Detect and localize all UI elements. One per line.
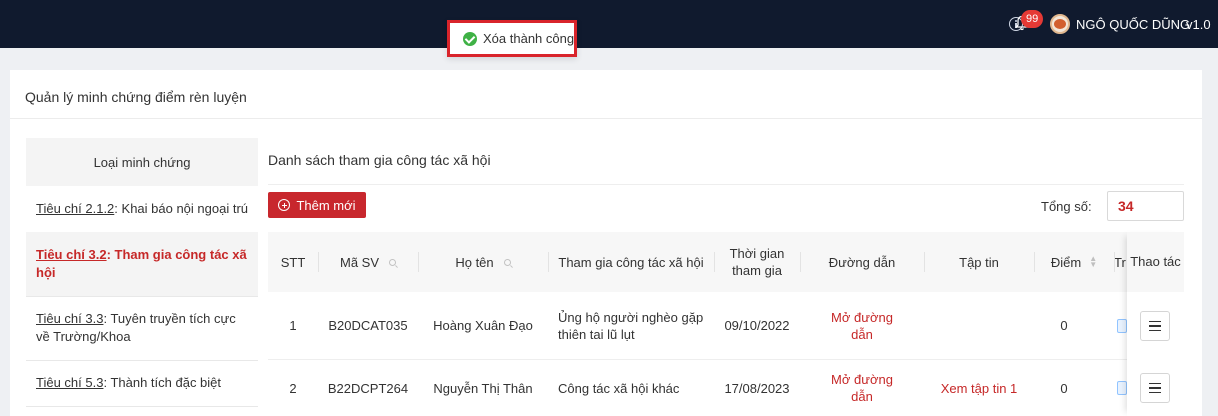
sidebar-item-3-2[interactable]: Tiêu chí 3.2: Tham gia công tác xã hội: [26, 232, 258, 296]
column-header-file: Tập tin: [959, 254, 999, 270]
row-menu-button[interactable]: [1140, 311, 1170, 341]
table-row[interactable]: 1 B20DCAT035 Hoàng Xuân Đạo Ủng hộ người…: [268, 292, 1184, 360]
header-divider: [800, 252, 801, 272]
sidebar-header: Loại minh chứng: [26, 138, 258, 186]
criterion-link[interactable]: Tiêu chí 2.1.2: [36, 201, 114, 216]
cell-full-name: Hoàng Xuân Đạo: [433, 318, 533, 333]
cell-score: 0: [1060, 318, 1068, 333]
table-header: STT Mã SV Họ tên Tham gia công tác xã hộ…: [268, 232, 1184, 292]
sidebar-item-3-3[interactable]: Tiêu chí 3.3: Tuyên truyền tích cực về T…: [26, 296, 258, 360]
criterion-link[interactable]: Tiêu chí 3.2: [36, 247, 107, 262]
evidence-type-sidebar: Loại minh chứng Tiêu chí 2.1.2: Khai báo…: [26, 138, 258, 416]
list-title: Danh sách tham gia công tác xã hội: [268, 152, 491, 168]
header-divider: [418, 252, 419, 272]
total-count: 34: [1107, 191, 1184, 221]
cell-student-id: B20DCAT035: [328, 318, 408, 333]
user-name[interactable]: NGÔ QUỐC DŨNG: [1076, 17, 1190, 32]
header-divider: [924, 252, 925, 272]
total-label: Tổng số:: [1041, 199, 1092, 214]
open-link[interactable]: Mở đường dẫn: [828, 360, 896, 416]
actions-column: Thao tác: [1127, 232, 1184, 416]
sidebar-divider: [26, 406, 258, 407]
cell-time: 17/08/2023: [724, 380, 790, 396]
cell-full-name: Nguyễn Thị Thân: [433, 380, 533, 396]
column-header-student-id[interactable]: Mã SV: [318, 232, 418, 292]
header-divider: [1114, 252, 1115, 272]
sidebar-item-2-1-2[interactable]: Tiêu chí 2.1.2: Khai báo nội ngoại trú: [26, 186, 258, 232]
table-row[interactable]: 2 B22DCPT264 Nguyễn Thị Thân Công tác xã…: [268, 360, 1184, 416]
cell-student-id: B22DCPT264: [327, 380, 409, 396]
search-icon[interactable]: [503, 258, 511, 266]
header-divider: [548, 252, 549, 272]
criterion-link[interactable]: Tiêu chí 3.3: [36, 311, 103, 326]
cell-activity: Ủng hộ người nghèo gặp thiên tai lũ lụt: [558, 309, 704, 342]
plus-circle-icon: [278, 199, 291, 211]
card-divider: [10, 118, 1202, 119]
sidebar-item-label: : Thành tích đặc biệt: [103, 375, 222, 390]
notification-badge: 99: [1021, 10, 1044, 28]
sidebar-item-label: : Khai báo nội ngoại trú: [114, 201, 249, 216]
column-header-link: Đường dẫn: [828, 254, 896, 270]
header-divider: [1034, 252, 1035, 272]
header-divider: [318, 252, 319, 272]
list-divider: [268, 184, 1184, 185]
column-header-label: Họ tên: [455, 254, 494, 270]
add-button-label: Thêm mới: [296, 197, 356, 213]
toast-message: Xóa thành công: [483, 31, 575, 46]
add-new-button[interactable]: Thêm mới: [268, 192, 366, 218]
column-header-full-name[interactable]: Họ tên: [418, 232, 548, 292]
sidebar-item-5-3[interactable]: Tiêu chí 5.3: Thành tích đặc biệt: [26, 360, 258, 406]
sort-icon[interactable]: ▲ ▼: [1089, 255, 1097, 269]
row-menu-button[interactable]: [1140, 373, 1170, 403]
column-header-stt: STT: [280, 254, 306, 270]
status-tag: [1117, 319, 1127, 333]
cell-stt: 1: [289, 318, 297, 333]
criterion-link[interactable]: Tiêu chí 5.3: [36, 375, 103, 390]
app-version: v1.0: [1186, 17, 1211, 32]
cell-activity: Công tác xã hội khác: [558, 380, 680, 396]
header-divider: [714, 252, 715, 272]
column-header-activity: Tham gia công tác xã hội: [558, 254, 704, 270]
open-link[interactable]: Mở đường dẫn: [828, 292, 896, 359]
cell-time: 09/10/2022: [724, 318, 790, 333]
check-circle-icon: [463, 31, 477, 46]
cell-score: 0: [1060, 380, 1068, 396]
cell-stt: 2: [289, 380, 297, 396]
column-header-score[interactable]: Điểm ▲ ▼: [1034, 232, 1114, 292]
page-title: Quản lý minh chứng điểm rèn luyện: [25, 89, 247, 105]
column-header-label: Điểm: [1050, 254, 1082, 270]
avatar[interactable]: [1050, 14, 1070, 34]
column-header-time: Thời gian tham gia: [729, 246, 785, 278]
success-toast: Xóa thành công: [447, 20, 577, 57]
status-tag: [1117, 381, 1127, 395]
view-file-link[interactable]: [924, 292, 1034, 359]
view-file-link[interactable]: Xem tập tin 1: [924, 360, 1034, 416]
search-icon[interactable]: [389, 258, 396, 266]
column-header-label: Mã SV: [339, 254, 379, 270]
column-header-actions: Thao tác: [1127, 232, 1184, 292]
